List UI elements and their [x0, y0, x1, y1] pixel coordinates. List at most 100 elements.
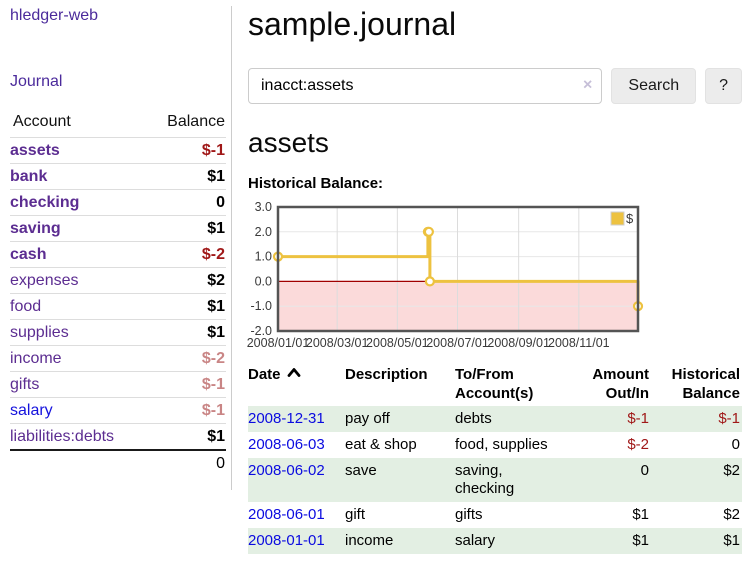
account-row: checking0 — [10, 190, 226, 216]
account-row: cash$-2 — [10, 242, 226, 268]
register-header-date-label: Date — [248, 366, 281, 383]
transaction-row: 2008-06-01 giftgifts$1$2 — [248, 502, 742, 528]
x-tick-label: 2008/05/01 — [366, 336, 429, 350]
account-row: gifts $-1 — [10, 372, 226, 398]
transaction-date-link[interactable]: 2008-06-02 — [248, 462, 325, 479]
y-tick-label: 1.0 — [255, 250, 272, 264]
accounts-table: Account Balance assets$-1bank$1checking0… — [10, 110, 226, 476]
data-point-marker — [426, 277, 434, 285]
transaction-balance: $1 — [657, 528, 742, 554]
transaction-amount: $1 — [583, 528, 657, 554]
y-tick-label: 3.0 — [255, 201, 272, 214]
x-tick-label: 2008/11/01 — [548, 336, 610, 350]
account-balance: $-2 — [145, 346, 226, 372]
transaction-accounts: food, supplies — [455, 432, 583, 458]
account-balance: $1 — [145, 424, 226, 451]
account-row: assets $-1 — [10, 138, 226, 164]
transaction-date-link[interactable]: 2008-06-03 — [248, 436, 325, 453]
register-header-balance: HistoricalBalance — [657, 362, 742, 406]
account-row: salary $-1 — [10, 398, 226, 424]
account-row: saving $1 — [10, 216, 226, 242]
account-balance: $-1 — [145, 138, 226, 164]
transaction-balance: $2 — [657, 502, 742, 528]
account-balance: $2 — [145, 268, 226, 294]
transaction-balance: $2 — [657, 458, 742, 502]
transaction-amount: $-1 — [583, 406, 657, 432]
transaction-date-link[interactable]: 2008-06-01 — [248, 506, 325, 523]
search-input[interactable] — [248, 68, 602, 104]
help-button[interactable]: ? — [705, 68, 742, 104]
account-row: bank $1 — [10, 164, 226, 190]
account-balance: $-1 — [145, 372, 226, 398]
transaction-row: 2008-06-03eat & shopfood, supplies$-20 — [248, 432, 742, 458]
y-tick-label: 0.0 — [255, 274, 272, 288]
register-header-date[interactable]: Date — [248, 362, 345, 406]
account-link-bank[interactable]: bank — [10, 168, 47, 185]
account-link-income[interactable]: income — [10, 350, 62, 367]
account-link-food[interactable]: food — [10, 298, 41, 315]
clear-search-icon[interactable]: × — [583, 78, 592, 94]
data-point-marker — [425, 228, 433, 236]
transaction-description: income — [345, 528, 455, 554]
account-row: income $-2 — [10, 346, 226, 372]
sidebar: hledger-web Journal Account Balance asse… — [0, 0, 232, 490]
account-link-expenses[interactable]: expenses — [10, 272, 79, 289]
transaction-date-link[interactable]: 2008-01-01 — [248, 532, 325, 549]
accounts-header-account: Account — [10, 110, 145, 138]
transaction-accounts: saving, checking — [455, 458, 583, 502]
transaction-description: eat & shop — [345, 432, 455, 458]
account-balance: $1 — [145, 216, 226, 242]
account-heading: assets — [248, 127, 742, 159]
y-tick-label: -1.0 — [250, 299, 272, 313]
y-tick-label: 2.0 — [255, 225, 272, 239]
x-tick-label: 2008/01/01 — [247, 336, 310, 350]
account-balance: $1 — [145, 164, 226, 190]
register-header-description: Description — [345, 362, 455, 406]
transaction-accounts: salary — [455, 528, 583, 554]
transaction-description: pay off — [345, 406, 455, 432]
transaction-accounts: gifts — [455, 502, 583, 528]
account-row: supplies$1 — [10, 320, 226, 346]
sidebar-item-journal[interactable]: Journal — [10, 72, 225, 92]
transaction-amount: $1 — [583, 502, 657, 528]
accounts-total-value: 0 — [145, 450, 226, 476]
register-header-amount: AmountOut/In — [583, 362, 657, 406]
app-title-link[interactable]: hledger-web — [10, 6, 225, 26]
account-row: food $1 — [10, 294, 226, 320]
page-title: sample.journal — [248, 6, 742, 43]
x-tick-label: 2008/03/01 — [306, 336, 369, 350]
legend-swatch — [611, 212, 624, 225]
search-button[interactable]: Search — [611, 68, 696, 104]
chevron-up-icon — [287, 367, 301, 378]
transaction-accounts: debts — [455, 406, 583, 432]
account-balance: $1 — [145, 294, 226, 320]
transaction-description: gift — [345, 502, 455, 528]
transaction-date-link[interactable]: 2008-12-31 — [248, 410, 325, 427]
search-form: × Search ? — [248, 68, 742, 104]
legend-label: $ — [626, 211, 634, 226]
x-tick-label: 2008/07/01 — [426, 336, 489, 350]
transaction-row: 2008-01-01incomesalary$1$1 — [248, 528, 742, 554]
account-link-cash[interactable]: cash — [10, 246, 46, 263]
chart-title: Historical Balance: — [248, 175, 742, 192]
transaction-row: 2008-06-02savesaving, checking0$2 — [248, 458, 742, 502]
accounts-total-spacer — [10, 450, 145, 476]
account-link-assets[interactable]: assets — [10, 142, 60, 159]
account-row: expenses $2 — [10, 268, 226, 294]
transaction-description: save — [345, 458, 455, 502]
account-link-checking[interactable]: checking — [10, 194, 79, 211]
transaction-row: 2008-12-31pay offdebts$-1$-1 — [248, 406, 742, 432]
account-link-gifts[interactable]: gifts — [10, 376, 39, 393]
account-link-saving[interactable]: saving — [10, 220, 61, 237]
register-table: Date Description To/FromAccount(s) Amoun… — [248, 362, 742, 554]
account-link-supplies[interactable]: supplies — [10, 324, 69, 341]
transaction-balance: 0 — [657, 432, 742, 458]
transaction-balance: $-1 — [657, 406, 742, 432]
accounts-header-balance: Balance — [145, 110, 226, 138]
x-tick-label: 2008/09/01 — [487, 336, 550, 350]
account-balance: $-1 — [145, 398, 226, 424]
account-link-salary[interactable]: salary — [10, 402, 53, 419]
chart-svg: $3.02.01.00.0-1.0-2.02008/01/012008/03/0… — [244, 201, 644, 353]
main-content: sample.journal × Search ? assets Histori… — [248, 0, 742, 554]
account-link-liabilities-debts[interactable]: liabilities:debts — [10, 428, 114, 445]
